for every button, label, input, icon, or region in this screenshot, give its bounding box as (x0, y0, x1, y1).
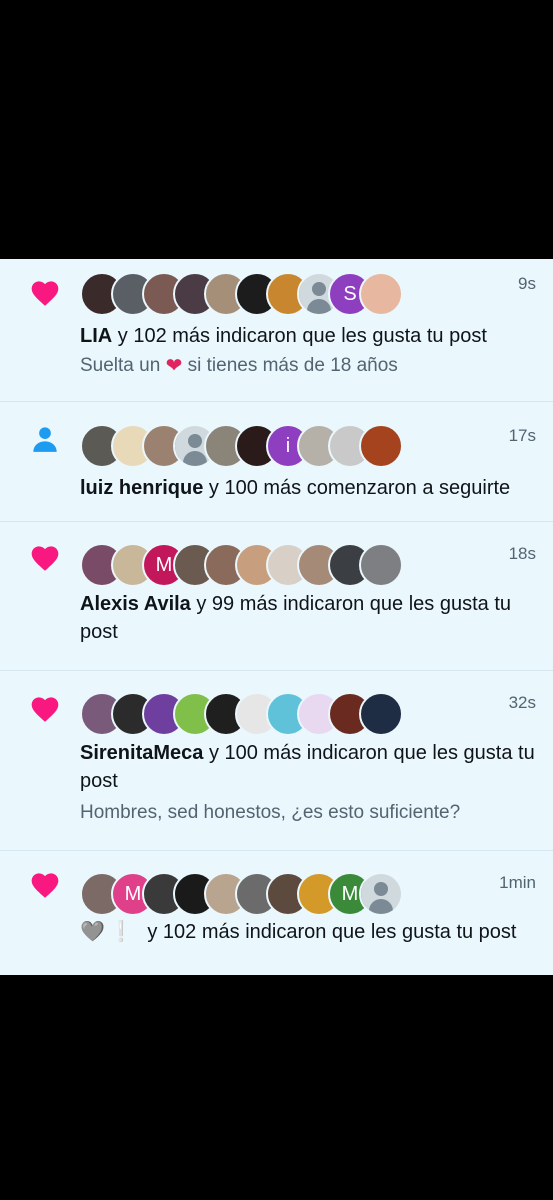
notification-item[interactable]: i 17s luiz henrique y 100 más comenzaron… (0, 402, 553, 522)
actor-name[interactable]: Alexis Avila (80, 593, 191, 615)
avatar-letter: M (124, 882, 142, 905)
notification-text: 🩶 ❕ y 102 más indicaron que les gusta tu … (80, 918, 539, 946)
avatar-stack: i (80, 424, 410, 468)
actor-name[interactable]: LIA (80, 325, 112, 347)
notification-message: y 102 más indicaron que les gusta tu pos… (112, 325, 487, 347)
heart-icon (28, 540, 62, 574)
post-preview[interactable]: Suelta un ❤ si tienes más de 18 años (80, 352, 539, 380)
avatar-letter: S (343, 282, 357, 305)
notification-text: SirenitaMeca y 100 más indicaron que les… (80, 739, 539, 795)
notification-text: Alexis Avila y 99 más indicaron que les … (80, 590, 539, 646)
bottom-black-bar (0, 975, 553, 1200)
timestamp: 32s (508, 693, 536, 712)
avatar[interactable] (359, 424, 403, 468)
heart-icon (28, 691, 62, 725)
notification-item[interactable]: S 9s LIA y 102 más indicaron que les gus… (0, 259, 553, 402)
actor-name[interactable]: SirenitaMeca (80, 742, 203, 764)
post-preview-text-start: Suelta un (80, 355, 166, 376)
notification-text: luiz henrique y 100 más comenzaron a seg… (80, 474, 539, 502)
heart-icon (28, 275, 62, 309)
avatar[interactable] (359, 543, 403, 587)
top-black-bar (0, 0, 553, 259)
avatar-letter: M (155, 553, 173, 576)
exclamation-emoji-icon[interactable]: ❕ (109, 918, 134, 946)
avatar-stack: M (80, 543, 410, 587)
notification-text: LIA y 102 más indicaron que les gusta tu… (80, 322, 539, 350)
person-icon (28, 422, 62, 456)
notification-item[interactable]: MM 1min 🩶 ❕ y 102 más indicaron que les g… (0, 851, 553, 975)
notifications-feed: S 9s LIA y 102 más indicaron que les gus… (0, 259, 553, 975)
red-heart-emoji-icon: ❤ (165, 355, 183, 377)
avatar-stack: MM (80, 872, 410, 916)
avatar[interactable] (359, 692, 403, 736)
avatar[interactable] (359, 872, 403, 916)
post-preview-text-end: si tienes más de 18 años (182, 355, 398, 376)
avatar-letter: i (285, 434, 291, 457)
timestamp: 9s (518, 274, 536, 293)
notification-message: y 102 más indicaron que les gusta tu pos… (141, 921, 517, 943)
notification-item[interactable]: M 18s Alexis Avila y 99 más indicaron qu… (0, 522, 553, 671)
actor-name[interactable]: luiz henrique (80, 477, 203, 499)
avatar-letter: M (341, 882, 359, 905)
notification-message: y 100 más comenzaron a seguirte (203, 477, 511, 499)
avatar[interactable] (359, 272, 403, 316)
avatar-stack (80, 692, 410, 736)
grey-heart-emoji-icon[interactable]: 🩶 (80, 918, 105, 946)
avatar-stack: S (80, 272, 410, 316)
post-preview[interactable]: Hombres, sed honestos, ¿es esto suficien… (80, 799, 539, 827)
notification-item[interactable]: 32s SirenitaMeca y 100 más indicaron que… (0, 671, 553, 851)
timestamp: 1min (499, 873, 536, 892)
default-avatar-icon (361, 874, 401, 914)
timestamp: 17s (508, 426, 536, 445)
heart-icon (28, 867, 62, 901)
timestamp: 18s (508, 544, 536, 563)
